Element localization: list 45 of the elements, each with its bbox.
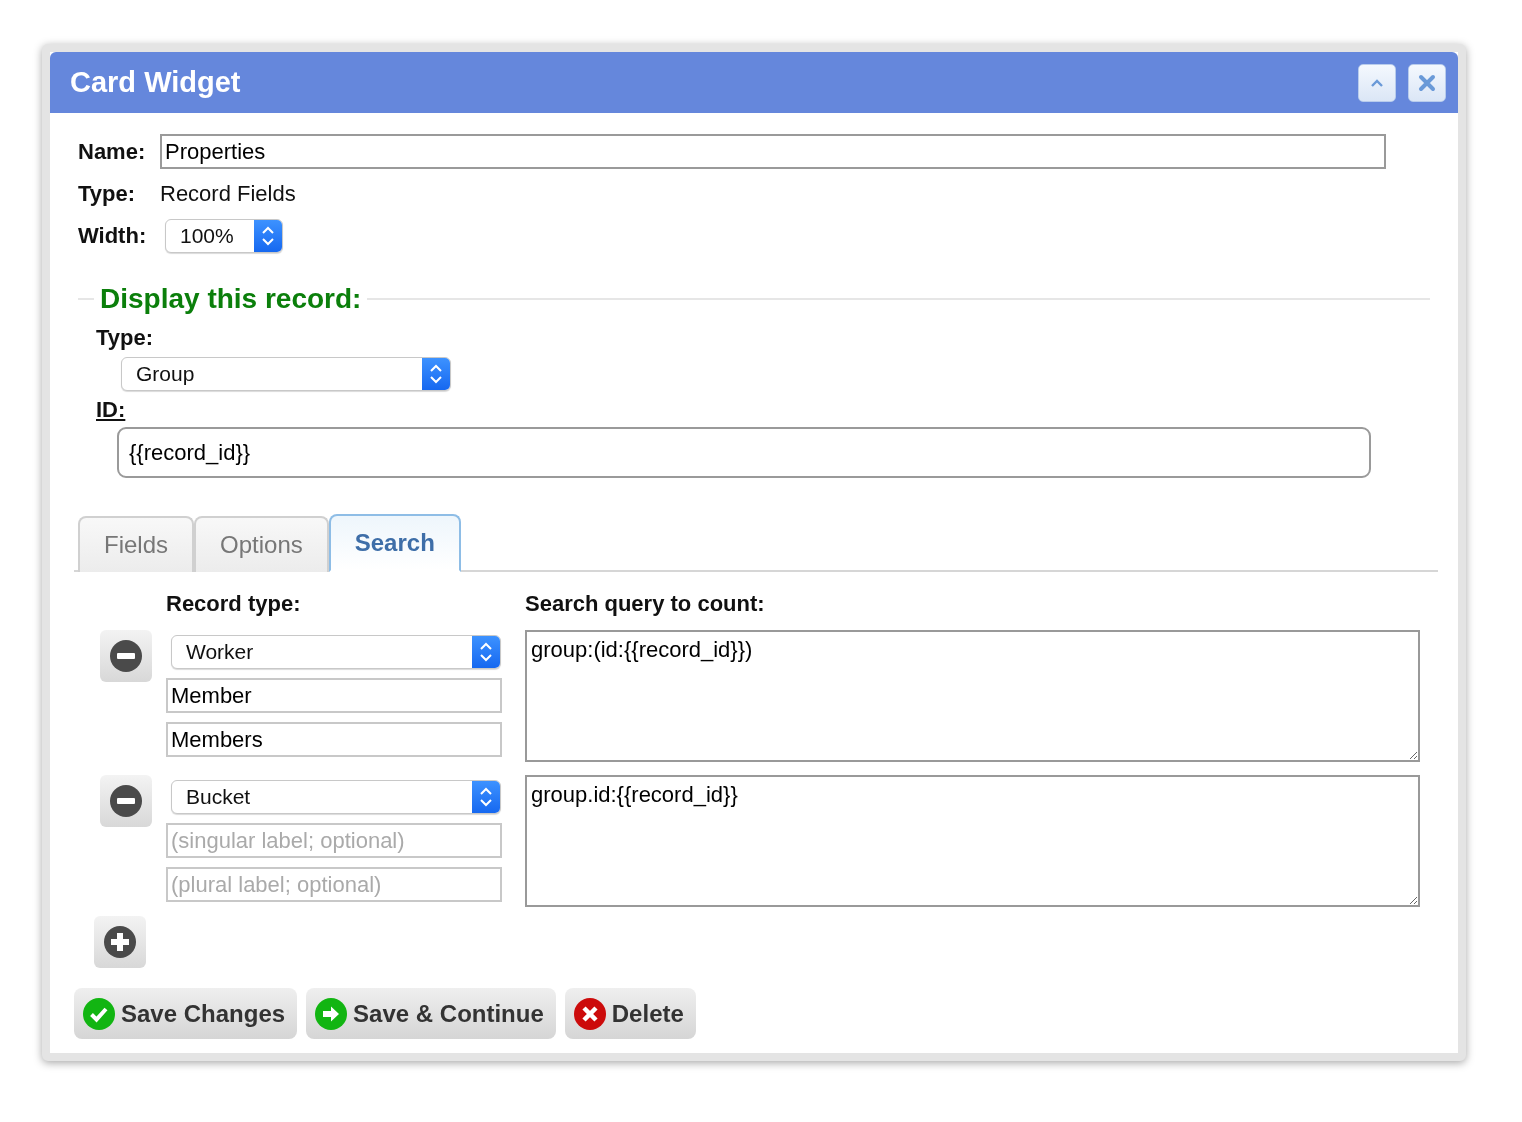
dropdown[interactable]: 100% [165,219,283,253]
remove-button[interactable] [100,775,152,827]
arrow-right-icon [315,997,348,1030]
field-label: ID: [96,397,126,423]
plus-icon [104,926,136,958]
checkmark-icon [83,997,115,1030]
dropdown[interactable]: Group [121,357,451,391]
remove-button[interactable] [100,630,152,682]
delete-button[interactable]: Delete [564,988,696,1039]
close-button[interactable] [1408,63,1446,102]
stepper-arrows-icon [478,641,494,663]
column-heading: Record type: [166,591,302,617]
tab[interactable]: Search [328,514,461,572]
continue-button[interactable]: Save & Continue [306,988,556,1039]
collapse-button[interactable] [1358,63,1396,102]
field-label: Width: [78,223,148,249]
singular-label-input[interactable]: Member [166,678,502,713]
stepper-arrows-icon [428,363,444,385]
stepper-arrows-icon [260,225,276,247]
tab[interactable]: Fields [78,516,195,572]
tab[interactable]: Options [194,516,329,572]
save-button[interactable]: Save Changes [74,988,298,1039]
name-input[interactable]: Properties [160,134,1386,169]
window-title: Card Widget [70,66,242,99]
close-icon [1418,73,1436,92]
dropdown[interactable]: Worker [171,635,501,669]
field-label: Name: [78,138,147,165]
singular-label-input[interactable]: (singular label; optional) [166,823,502,858]
delete-icon [573,997,606,1030]
field-label: Type: [78,181,137,207]
section-legend: Display this record: [94,283,368,315]
add-button[interactable] [94,916,146,968]
column-heading: Search query to count: [525,591,765,617]
plural-label-input[interactable]: (plural label; optional) [166,867,502,902]
search-query-input[interactable]: group:(id:{{record_id}}) [525,630,1420,762]
stepper-arrows-icon [478,786,494,808]
dropdown[interactable]: Bucket [171,780,501,814]
chevron-up-icon [1370,77,1384,88]
id-input[interactable]: {{record_id}} [117,427,1371,478]
plural-label-input[interactable]: Members [166,722,502,757]
minus-icon [110,785,142,817]
type-value: Record Fields [160,181,296,207]
search-query-input[interactable]: group.id:{{record_id}} [525,775,1420,907]
field-label: Type: [96,325,154,351]
minus-icon [110,640,142,672]
